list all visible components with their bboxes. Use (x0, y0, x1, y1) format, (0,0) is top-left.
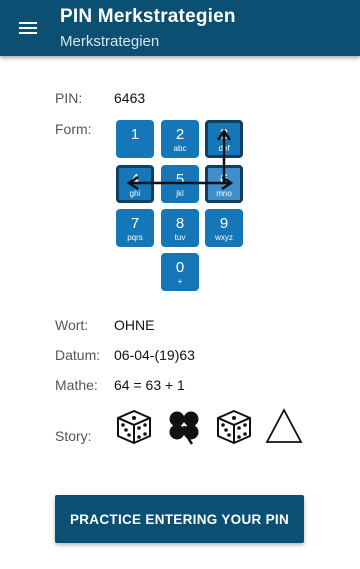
key-8: 8 tuv (161, 209, 199, 247)
key-5: 5 jkl (161, 165, 199, 203)
key-6: 6 mno (205, 165, 243, 203)
practice-pin-button[interactable]: PRACTICE ENTERING YOUR PIN (55, 495, 304, 543)
dice-icon (217, 410, 251, 444)
math-label: Mathe: (55, 377, 98, 393)
app-screen: PIN Merkstrategien Merkstrategien PIN: 6… (0, 0, 360, 569)
key-3: 3 def (205, 120, 243, 158)
key-2: 2 abc (161, 120, 199, 158)
key-9: 9 wxyz (205, 209, 243, 247)
key-1: 1 (116, 120, 154, 158)
app-subtitle: Merkstrategien (60, 33, 160, 50)
dice-icon (117, 410, 151, 444)
pin-keypad: 1 2 abc 3 def 4 ghi 5 jkl 6 mno 7 pqrs 8 tuv 9w… (116, 120, 244, 292)
form-label: Form: (55, 121, 92, 137)
math-value: 64 = 63 + 1 (114, 377, 185, 393)
app-bar: PIN Merkstrategien Merkstrategien (0, 0, 360, 56)
triangle-icon (265, 408, 303, 443)
word-label: Wort: (55, 317, 89, 333)
date-label: Datum: (55, 347, 101, 363)
hamburger-menu-icon[interactable] (10, 10, 46, 46)
word-value: OHNE (114, 317, 155, 333)
key-0: 0 + (161, 253, 199, 291)
key-7: 7 pqrs (116, 209, 154, 247)
date-value: 06-04-(19)63 (114, 347, 195, 363)
pin-value: 6463 (114, 90, 146, 106)
four-leaf-clover-icon (169, 411, 199, 445)
app-title: PIN Merkstrategien (60, 6, 236, 27)
key-4: 4 ghi (116, 165, 154, 203)
story-label: Story: (55, 428, 92, 444)
pin-label: PIN: (55, 90, 83, 106)
